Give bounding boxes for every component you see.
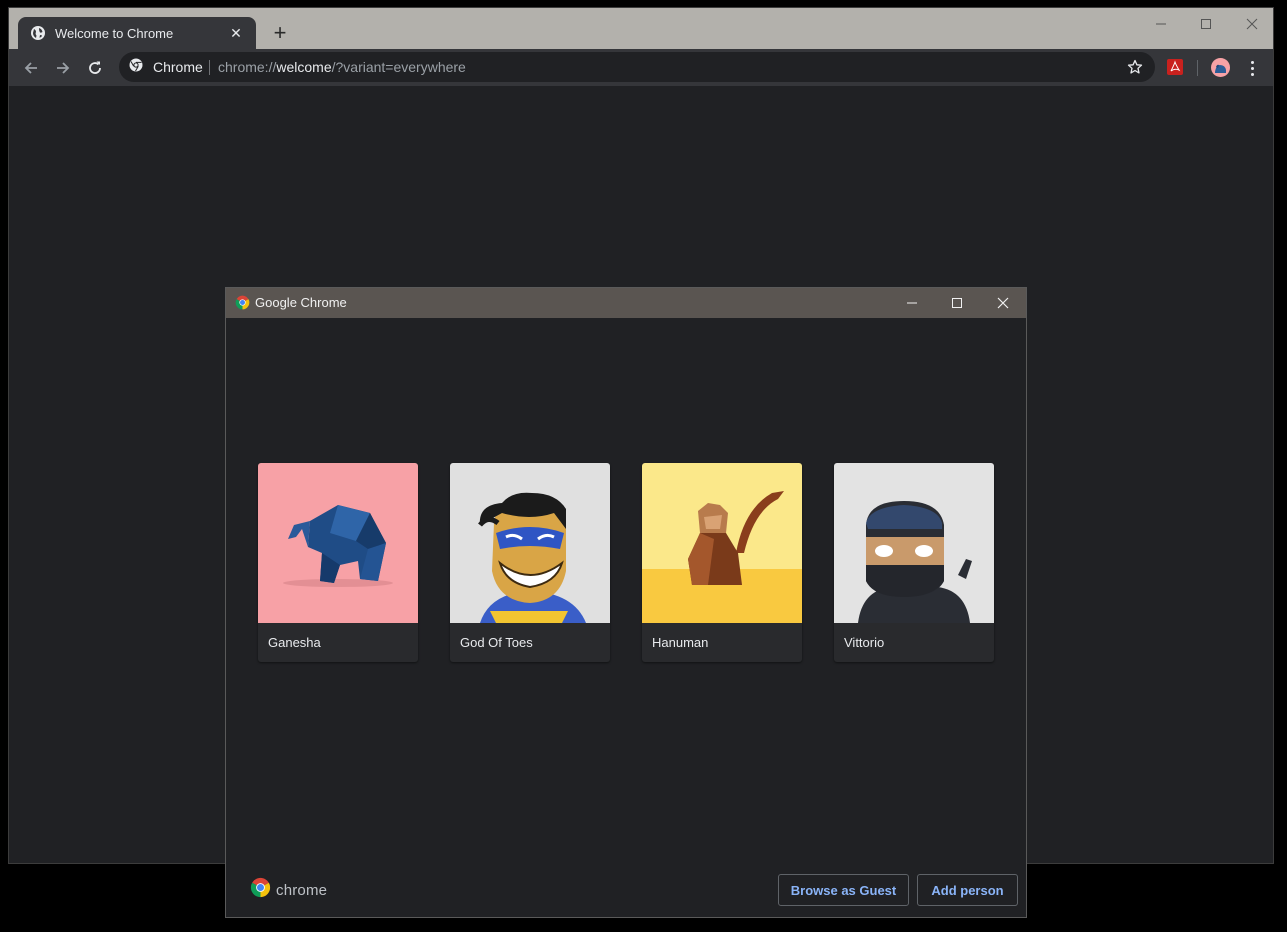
add-person-button[interactable]: Add person — [917, 874, 1018, 906]
close-icon[interactable] — [1237, 14, 1267, 34]
elephant-avatar-icon — [258, 463, 418, 623]
chrome-page-icon — [129, 58, 143, 77]
url-host: welcome — [276, 59, 332, 75]
profile-card-hanuman[interactable]: Hanuman — [642, 463, 802, 662]
url-scheme: chrome:// — [218, 59, 277, 75]
globe-icon — [30, 25, 46, 41]
omnibox[interactable]: Chrome chrome://welcome/?variant=everywh… — [119, 52, 1155, 82]
forward-icon[interactable] — [51, 56, 75, 80]
profile-name: Hanuman — [652, 635, 709, 650]
profile-picker-dialog: Google Chrome Ganesha God Of Toes Hanuma… — [225, 287, 1027, 918]
dialog-minimize-icon[interactable] — [899, 293, 925, 313]
tab-title: Welcome to Chrome — [55, 25, 174, 41]
profile-card-god-of-toes[interactable]: God Of Toes — [450, 463, 610, 662]
tab-welcome[interactable]: Welcome to Chrome ✕ — [18, 17, 256, 49]
menu-icon[interactable] — [1244, 57, 1260, 79]
dialog-title: Google Chrome — [255, 295, 347, 310]
profile-name: God Of Toes — [460, 635, 533, 650]
superhero-avatar-icon — [450, 463, 610, 623]
profile-avatar[interactable] — [1211, 58, 1230, 77]
profile-name: Vittorio — [844, 635, 885, 650]
minimize-icon[interactable] — [1146, 14, 1176, 34]
url-text[interactable]: chrome://welcome/?variant=everywhere — [218, 52, 466, 82]
toolbar: Chrome chrome://welcome/?variant=everywh… — [9, 49, 1273, 86]
profile-name: Ganesha — [268, 635, 321, 650]
dialog-maximize-icon[interactable] — [944, 293, 970, 313]
back-icon[interactable] — [19, 56, 43, 80]
dialog-close-icon[interactable] — [990, 293, 1016, 313]
toolbar-divider — [1197, 60, 1198, 76]
profile-card-vittorio[interactable]: Vittorio — [834, 463, 994, 662]
chrome-brand: chrome — [250, 877, 328, 903]
maximize-icon[interactable] — [1191, 14, 1221, 34]
new-tab-icon[interactable]: + — [269, 22, 291, 44]
url-path: /?variant=everywhere — [331, 59, 466, 75]
browse-as-guest-button[interactable]: Browse as Guest — [778, 874, 909, 906]
tab-close-icon[interactable]: ✕ — [228, 25, 244, 42]
site-chip[interactable]: Chrome — [129, 52, 203, 82]
dialog-titlebar: Google Chrome — [226, 288, 1026, 318]
tab-strip: Welcome to Chrome ✕ + — [9, 8, 1273, 49]
monkey-avatar-icon — [642, 463, 802, 623]
pdf-extension-icon[interactable] — [1167, 59, 1183, 75]
site-label: Chrome — [153, 59, 203, 75]
chrome-wordmark: chrome — [276, 881, 328, 899]
profile-card-ganesha[interactable]: Ganesha — [258, 463, 418, 662]
star-icon[interactable] — [1125, 57, 1145, 77]
reload-icon[interactable] — [83, 56, 107, 80]
chrome-logo-icon — [235, 295, 250, 310]
chrome-logo-icon — [250, 877, 271, 903]
profile-list: Ganesha God Of Toes Hanuman Vittorio — [258, 463, 998, 663]
ninja-avatar-icon — [834, 463, 994, 623]
omnibox-divider — [209, 60, 210, 75]
